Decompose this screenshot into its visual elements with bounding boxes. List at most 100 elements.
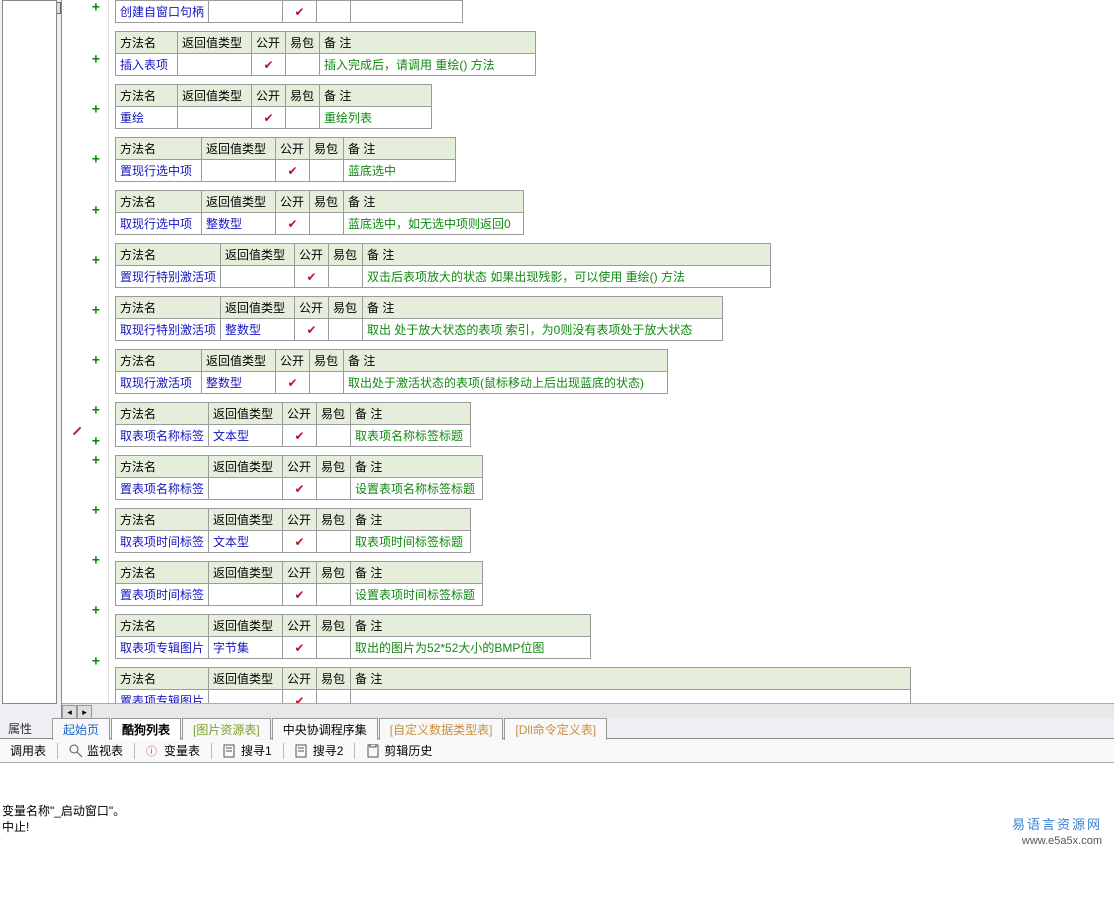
package-check-cell[interactable] <box>310 160 344 182</box>
expand-plus-icon[interactable]: + <box>92 203 100 218</box>
expand-plus-icon[interactable]: + <box>92 152 100 167</box>
remark-cell[interactable]: 重绘列表 <box>320 107 432 129</box>
remark-cell[interactable]: 设置表项名称标签标题 <box>351 478 483 500</box>
package-check-cell[interactable] <box>310 372 344 394</box>
public-check-cell[interactable]: ✔ <box>252 54 286 76</box>
horizontal-scrollbar[interactable]: ◂▸ <box>62 703 1114 718</box>
expand-plus-icon[interactable]: + <box>92 353 100 368</box>
expand-plus-icon[interactable]: + <box>92 253 100 268</box>
package-check-cell[interactable] <box>317 584 351 606</box>
tab-dll-commands[interactable]: [Dll命令定义表] <box>504 718 607 740</box>
remark-cell[interactable]: 取出 处于放大状态的表项 索引，为0则没有表项处于放大状态 <box>363 319 723 341</box>
package-check-cell[interactable] <box>317 1 351 23</box>
expand-plus-icon[interactable]: + <box>92 654 100 669</box>
remark-cell[interactable]: 蓝底选中 <box>344 160 456 182</box>
package-check-cell[interactable] <box>317 478 351 500</box>
method-name-cell[interactable]: 置现行选中项 <box>116 160 202 182</box>
return-type-cell[interactable] <box>178 107 252 129</box>
method-row[interactable]: 置表项名称标签 ✔ 设置表项名称标签标题 <box>116 478 483 500</box>
scroll-left-icon[interactable]: ◂ <box>62 705 77 719</box>
tab-custom-types[interactable]: [自定义数据类型表] <box>379 718 504 740</box>
expand-plus-icon[interactable]: + <box>92 0 100 15</box>
package-check-cell[interactable] <box>286 107 320 129</box>
public-check-cell[interactable]: ✔ <box>283 531 317 553</box>
public-check-cell[interactable]: ✔ <box>283 637 317 659</box>
method-name-cell[interactable]: 取表项时间标签 <box>116 531 209 553</box>
public-check-cell[interactable]: ✔ <box>283 478 317 500</box>
package-check-cell[interactable] <box>286 54 320 76</box>
method-name-cell[interactable]: 创建自窗口句柄 <box>116 1 209 23</box>
package-check-cell[interactable] <box>317 531 351 553</box>
clip-history-button[interactable]: 剪辑历史 <box>360 740 438 761</box>
return-type-cell[interactable]: 整数型 <box>202 372 276 394</box>
return-type-cell[interactable]: 字节集 <box>209 637 283 659</box>
remark-cell[interactable]: 取出处于激活状态的表项(鼠标移动上后出现蓝底的状态) <box>344 372 668 394</box>
return-type-cell[interactable] <box>202 160 276 182</box>
public-check-cell[interactable]: ✔ <box>283 425 317 447</box>
method-row[interactable]: 置现行选中项 ✔ 蓝底选中 <box>116 160 456 182</box>
return-type-cell[interactable] <box>221 266 295 288</box>
public-check-cell[interactable]: ✔ <box>252 107 286 129</box>
method-name-cell[interactable]: 取表项专辑图片 <box>116 637 209 659</box>
return-type-cell[interactable] <box>209 584 283 606</box>
method-name-cell[interactable]: 置表项名称标签 <box>116 478 209 500</box>
expand-plus-icon[interactable]: + <box>92 52 100 67</box>
method-row[interactable]: 取现行选中项整数型✔蓝底选中，如无选中项则返回0 <box>116 213 524 235</box>
tab-kugou-list[interactable]: 酷狗列表 <box>111 718 181 740</box>
package-check-cell[interactable] <box>310 213 344 235</box>
scroll-right-icon[interactable]: ▸ <box>77 705 92 719</box>
tab-startpage[interactable]: 起始页 <box>52 718 110 740</box>
expand-plus-icon[interactable]: + <box>92 303 100 318</box>
remark-cell[interactable]: 取表项时间标签标题 <box>351 531 471 553</box>
method-name-cell[interactable]: 取现行选中项 <box>116 213 202 235</box>
method-name-cell[interactable]: 取现行激活项 <box>116 372 202 394</box>
public-check-cell[interactable]: ✔ <box>283 584 317 606</box>
expand-plus-icon[interactable]: + <box>92 603 100 618</box>
method-row[interactable]: 取表项名称标签文本型✔取表项名称标签标题 <box>116 425 471 447</box>
method-name-cell[interactable]: 置表项时间标签 <box>116 584 209 606</box>
remark-cell[interactable]: 双击后表项放大的状态 如果出现残影，可以使用 重绘() 方法 <box>363 266 771 288</box>
search1-button[interactable]: 搜寻1 <box>217 740 278 761</box>
return-type-cell[interactable] <box>209 1 283 23</box>
expand-plus-icon[interactable]: + <box>92 403 100 418</box>
public-check-cell[interactable]: ✔ <box>295 266 329 288</box>
remark-cell[interactable] <box>351 1 463 23</box>
method-name-cell[interactable]: 取现行特别激活项 <box>116 319 221 341</box>
method-row[interactable]: 取现行特别激活项整数型✔ 取出 处于放大状态的表项 索引，为0则没有表项处于放大状… <box>116 319 723 341</box>
public-check-cell[interactable]: ✔ <box>295 319 329 341</box>
method-name-cell[interactable]: 置现行特别激活项 <box>116 266 221 288</box>
package-check-cell[interactable] <box>329 319 363 341</box>
search2-button[interactable]: 搜寻2 <box>289 740 350 761</box>
method-row[interactable]: 取表项专辑图片字节集✔ 取出的图片为52*52大小的BMP位图 <box>116 637 591 659</box>
return-type-cell[interactable] <box>209 478 283 500</box>
watch-table-button[interactable]: 监视表 <box>63 740 129 761</box>
public-check-cell[interactable]: ✔ <box>283 1 317 23</box>
expand-plus-icon[interactable]: + <box>92 102 100 117</box>
public-check-cell[interactable]: ✔ <box>276 372 310 394</box>
return-type-cell[interactable]: 整数型 <box>202 213 276 235</box>
method-name-cell[interactable]: 插入表项 <box>116 54 178 76</box>
method-name-cell[interactable]: 取表项名称标签 <box>116 425 209 447</box>
call-table-button[interactable]: 调用表 <box>4 740 52 761</box>
method-name-cell[interactable]: 重绘 <box>116 107 178 129</box>
expand-plus-icon[interactable]: + <box>92 453 100 468</box>
tab-image-resources[interactable]: [图片资源表] <box>182 718 271 740</box>
package-check-cell[interactable] <box>317 637 351 659</box>
return-type-cell[interactable] <box>178 54 252 76</box>
method-row[interactable]: 置表项时间标签 ✔ 设置表项时间标签标题 <box>116 584 483 606</box>
remark-cell[interactable]: 取出的图片为52*52大小的BMP位图 <box>351 637 591 659</box>
return-type-cell[interactable]: 文本型 <box>209 425 283 447</box>
public-check-cell[interactable]: ✔ <box>276 160 310 182</box>
method-row[interactable]: 插入表项 ✔ 插入完成后，请调用 重绘() 方法 <box>116 54 536 76</box>
return-type-cell[interactable]: 整数型 <box>221 319 295 341</box>
method-row[interactable]: 重绘 ✔ 重绘列表 <box>116 107 432 129</box>
return-type-cell[interactable]: 文本型 <box>209 531 283 553</box>
expand-plus-icon[interactable]: + <box>92 553 100 568</box>
package-check-cell[interactable] <box>317 425 351 447</box>
public-check-cell[interactable]: ✔ <box>276 213 310 235</box>
remark-cell[interactable]: 设置表项时间标签标题 <box>351 584 483 606</box>
expand-plus-icon[interactable]: + <box>92 434 100 449</box>
variable-table-button[interactable]: ⓘ 变量表 <box>140 740 206 761</box>
method-row[interactable]: 创建自窗口句柄 ✔ <box>116 1 463 23</box>
remark-cell[interactable]: 插入完成后，请调用 重绘() 方法 <box>320 54 536 76</box>
